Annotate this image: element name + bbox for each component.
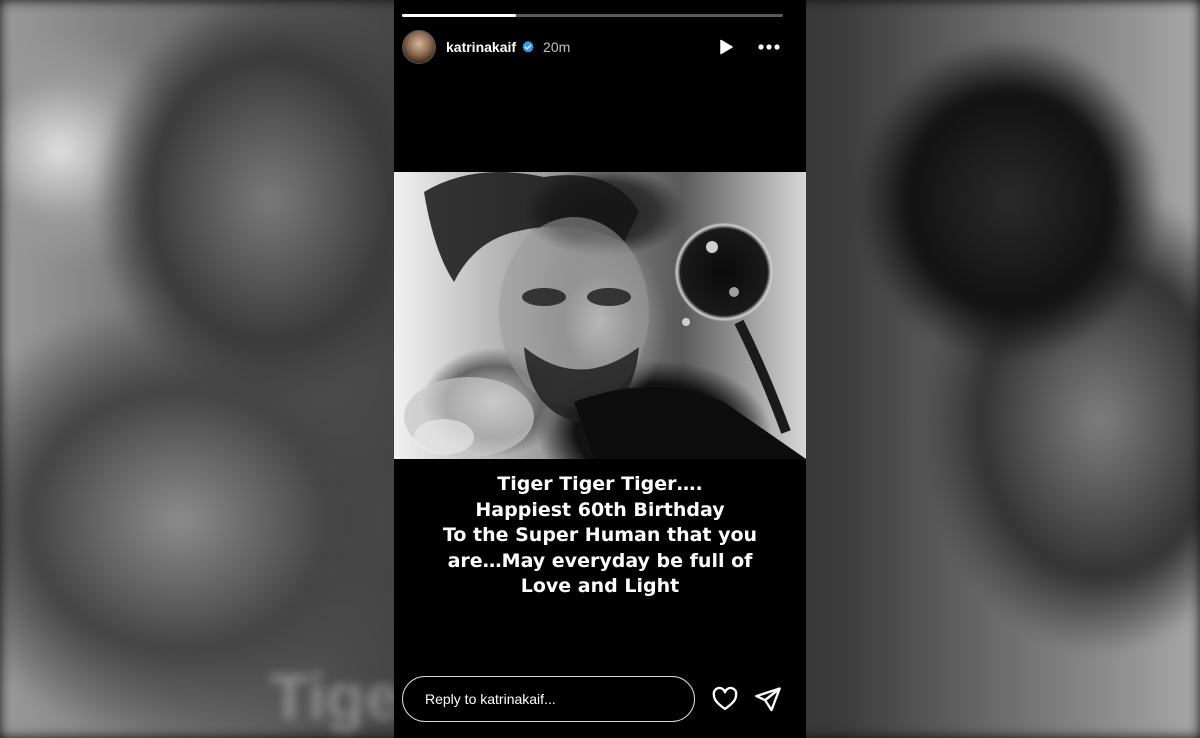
story-photo	[394, 172, 806, 459]
story-photo-art	[404, 172, 806, 459]
story-progress-fill	[402, 14, 517, 17]
play-button[interactable]	[718, 39, 734, 55]
story-progress-bar	[402, 14, 783, 17]
caption-line: are…May everyday be full of	[447, 549, 753, 572]
caption-line: Tiger Tiger Tiger….	[497, 473, 703, 495]
avatar[interactable]	[402, 30, 436, 64]
verified-badge-icon	[522, 40, 534, 53]
story-header: katrinakaif 20m	[402, 28, 794, 66]
like-button[interactable]	[711, 685, 739, 717]
header-actions	[718, 39, 794, 55]
reply-input[interactable]: Reply to katrinakaif...	[402, 676, 695, 722]
send-icon	[755, 687, 781, 712]
caption-line: Happiest 60th Birthday	[475, 498, 725, 521]
heart-icon	[712, 686, 738, 711]
more-options-icon	[758, 44, 780, 50]
reply-placeholder: Reply to katrinakaif...	[425, 691, 556, 707]
story-caption: Tiger Tiger Tiger…. Happiest 60th Birthd…	[394, 472, 806, 600]
username[interactable]: katrinakaif	[446, 39, 516, 55]
story-viewer: katrinakaif 20m Tiger Tiger Tiger…. Happ…	[394, 0, 806, 738]
caption-line: Love and Light	[520, 575, 680, 597]
caption-line: To the Super Human that you	[442, 524, 758, 546]
post-time: 20m	[543, 39, 571, 55]
share-button[interactable]	[754, 685, 782, 717]
play-icon	[720, 39, 733, 55]
more-options-button[interactable]	[758, 44, 780, 50]
